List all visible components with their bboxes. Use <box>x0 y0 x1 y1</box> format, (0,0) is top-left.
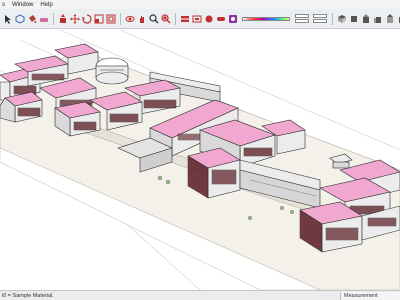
setting-field-1[interactable] <box>295 13 309 25</box>
menu-help[interactable]: Help <box>40 2 52 8</box>
menu-tools[interactable]: s <box>2 2 5 8</box>
paint-bucket-icon[interactable] <box>27 13 37 25</box>
menu-bar: s Window Help <box>0 0 400 9</box>
campus-3d-model <box>0 30 400 290</box>
scale-icon[interactable] <box>94 13 104 25</box>
menu-window[interactable]: Window <box>12 2 33 8</box>
xray-icon[interactable] <box>192 13 202 25</box>
measurements-box[interactable]: Measurement <box>340 291 400 300</box>
select-icon[interactable] <box>3 13 13 25</box>
toolbar-separator <box>175 12 176 25</box>
setting-field-2[interactable] <box>313 13 327 25</box>
back-view-icon[interactable] <box>385 13 395 25</box>
toolbar-separator <box>332 12 333 25</box>
pan-icon[interactable] <box>137 13 147 25</box>
model-viewport[interactable] <box>0 30 400 290</box>
pushpull-icon[interactable] <box>58 13 68 25</box>
measurements-label: Measurement <box>344 292 378 299</box>
shadow-icon[interactable] <box>204 13 214 25</box>
building-l <box>187 147 241 199</box>
offset-icon[interactable] <box>106 13 116 25</box>
rotunda-building <box>95 57 129 85</box>
top-view-icon[interactable] <box>349 13 359 25</box>
rotate-icon[interactable] <box>82 13 92 25</box>
color-gradient <box>242 16 290 21</box>
style-icon[interactable] <box>228 13 238 25</box>
toolbar-separator <box>53 12 54 25</box>
move-icon[interactable] <box>70 13 80 25</box>
status-bar: i0 = Sample Material. Measurement <box>0 290 400 300</box>
front-view-icon[interactable] <box>361 13 371 25</box>
status-message: i0 = Sample Material. <box>2 292 54 299</box>
zoom-icon[interactable] <box>149 13 159 25</box>
section-icon[interactable] <box>180 13 190 25</box>
component-icon[interactable] <box>15 13 25 25</box>
main-toolbar <box>0 9 400 29</box>
right-view-icon[interactable] <box>373 13 383 25</box>
fog-icon[interactable] <box>216 13 226 25</box>
color-scale-bar <box>242 13 290 25</box>
zoom-extents-icon[interactable] <box>161 13 171 25</box>
eraser-icon[interactable] <box>39 13 49 25</box>
toolbar-separator <box>120 12 121 25</box>
orbit-icon[interactable] <box>125 13 135 25</box>
iso-view-icon[interactable] <box>337 13 347 25</box>
